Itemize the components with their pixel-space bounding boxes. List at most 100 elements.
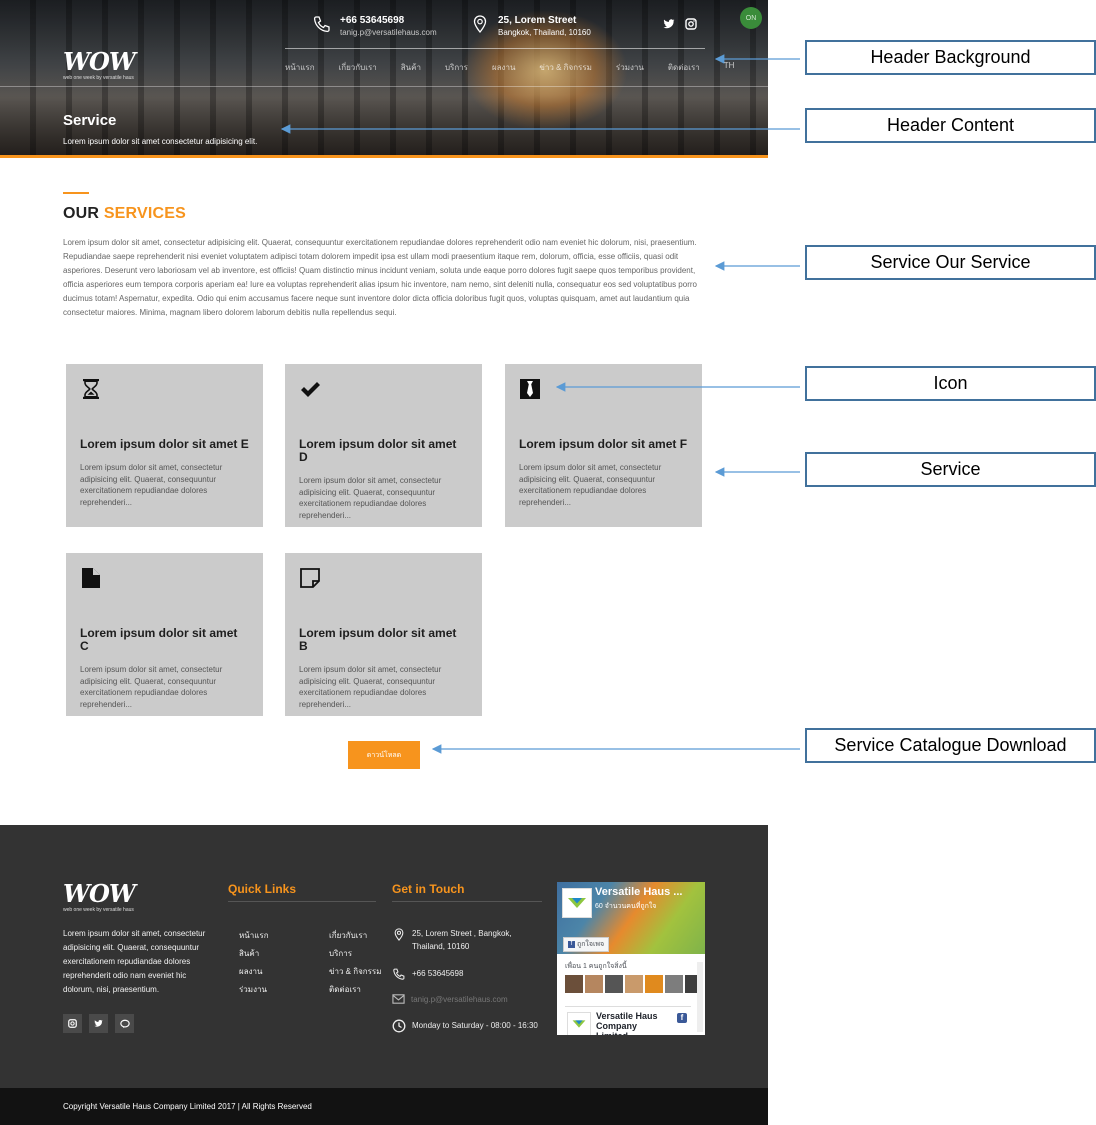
facebook-cover: Versatile Haus ... 60 จำนวนคนที่ถูกใจ f … bbox=[557, 882, 705, 954]
service-card[interactable]: Lorem ipsum dolor sit amet E Lorem ipsum… bbox=[66, 364, 263, 527]
service-description: Lorem ipsum dolor sit amet, consectetur … bbox=[299, 665, 442, 709]
checkmark-icon bbox=[299, 378, 321, 400]
logo-text: WOW bbox=[63, 47, 136, 76]
footer: WOW web one week by versatile haus Lorem… bbox=[0, 825, 768, 1088]
service-title: Lorem ipsum dolor sit amet C bbox=[80, 626, 238, 653]
avatar bbox=[645, 975, 663, 993]
facebook-post-preview: Versatile Haus Company Limited f bbox=[565, 1006, 691, 1035]
service-card[interactable]: Lorem ipsum dolor sit amet B Lorem ipsum… bbox=[285, 553, 482, 716]
tie-icon bbox=[519, 378, 541, 400]
service-card[interactable]: Lorem ipsum dolor sit amet D Lorem ipsum… bbox=[285, 364, 482, 527]
footer-link-careers[interactable]: ร่วมงาน bbox=[239, 981, 269, 999]
line-icon[interactable] bbox=[115, 1014, 134, 1033]
website-mockup: WOW web one week by versatile haus +66 5… bbox=[0, 0, 768, 1125]
facebook-widget-scrollbar[interactable] bbox=[697, 962, 703, 1032]
nav-item-news[interactable]: ข่าว & กิจกรรม bbox=[539, 61, 591, 74]
twitter-icon[interactable] bbox=[663, 17, 675, 35]
logo-tagline: web one week by versatile haus bbox=[63, 907, 134, 913]
service-card[interactable]: Lorem ipsum dolor sit amet F Lorem ipsum… bbox=[505, 364, 702, 527]
header-logo[interactable]: WOW web one week by versatile haus bbox=[63, 47, 136, 82]
nav-item-portfolio[interactable]: ผลงาน bbox=[492, 61, 515, 74]
phone-icon bbox=[392, 967, 406, 985]
header-email[interactable]: tanig.p@versatilehaus.com bbox=[340, 27, 437, 38]
nav-item-home[interactable]: หน้าแรก bbox=[285, 61, 315, 74]
footer-about: Lorem ipsum dolor sit amet, consectetur … bbox=[63, 929, 206, 994]
service-description: Lorem ipsum dolor sit amet, consectetur … bbox=[80, 463, 223, 507]
copyright-text: Copyright Versatile Haus Company Limited… bbox=[63, 1102, 312, 1111]
facebook-friend-avatars bbox=[557, 975, 705, 993]
service-title: Lorem ipsum dolor sit amet D bbox=[299, 437, 457, 464]
footer-link-portfolio[interactable]: ผลงาน bbox=[239, 963, 269, 981]
footer-address-row: 25, Lorem Street , Bangkok, Thailand, 10… bbox=[392, 927, 522, 953]
footer-link-services[interactable]: บริการ bbox=[329, 945, 381, 963]
footer-phone[interactable]: +66 53645698 bbox=[412, 967, 463, 985]
footer-link-contact[interactable]: ติดต่อเรา bbox=[329, 981, 381, 999]
annotation-service: Service bbox=[805, 452, 1096, 487]
footer-email-row: tanig.p@versatilehaus.com bbox=[392, 993, 508, 1009]
facebook-friends-text: เพื่อน 1 คนถูกใจสิ่งนี้ bbox=[565, 963, 627, 970]
language-badge[interactable]: ON bbox=[740, 7, 762, 29]
clock-icon bbox=[392, 1019, 406, 1037]
footer-email[interactable]: tanig.p@versatilehaus.com bbox=[411, 993, 508, 1009]
header-accent-bar bbox=[0, 155, 768, 158]
header-phone-contact: +66 53645698 tanig.p@versatilehaus.com bbox=[312, 14, 437, 38]
avatar bbox=[665, 975, 683, 993]
twitter-icon[interactable] bbox=[89, 1014, 108, 1033]
heading-highlight: SERVICES bbox=[103, 205, 187, 222]
footer-phone-row: +66 53645698 bbox=[392, 967, 463, 985]
document-icon bbox=[80, 567, 102, 589]
get-in-touch-title: Get in Touch bbox=[392, 882, 465, 896]
annotation-icon: Icon bbox=[805, 366, 1096, 401]
service-description: Lorem ipsum dolor sit amet, consectetur … bbox=[519, 463, 662, 507]
facebook-like-count: 60 จำนวนคนที่ถูกใจ bbox=[595, 903, 657, 910]
location-pin-icon bbox=[392, 927, 406, 953]
nav-item-contact[interactable]: ติดต่อเรา bbox=[668, 61, 700, 74]
nav-item-careers[interactable]: ร่วมงาน bbox=[616, 61, 644, 74]
phone-icon bbox=[312, 14, 332, 34]
facebook-icon: f bbox=[677, 1013, 687, 1023]
service-card[interactable]: Lorem ipsum dolor sit amet C Lorem ipsum… bbox=[66, 553, 263, 716]
header-address-line1: 25, Lorem Street bbox=[498, 15, 577, 26]
facebook-page-avatar bbox=[562, 888, 592, 918]
logo-tagline: web one week by versatile haus bbox=[63, 75, 134, 81]
service-title: Lorem ipsum dolor sit amet F bbox=[519, 437, 688, 451]
footer-logo[interactable]: WOW web one week by versatile haus bbox=[63, 879, 136, 914]
footer-link-news[interactable]: ข่าว & กิจกรรม bbox=[329, 963, 381, 981]
header-phone[interactable]: +66 53645698 bbox=[340, 14, 437, 27]
nav-item-products[interactable]: สินค้า bbox=[401, 61, 421, 74]
service-description: Lorem ipsum dolor sit amet, consectetur … bbox=[299, 476, 442, 520]
annotation-header-background: Header Background bbox=[805, 40, 1096, 75]
instagram-icon[interactable] bbox=[63, 1014, 82, 1033]
instagram-icon[interactable] bbox=[685, 17, 697, 35]
header-nav-divider bbox=[0, 86, 768, 87]
avatar bbox=[585, 975, 603, 993]
nav-item-services[interactable]: บริการ bbox=[445, 61, 468, 74]
service-description: Lorem ipsum dolor sit amet, consectetur … bbox=[80, 665, 223, 709]
our-services-heading: OUR SERVICES bbox=[63, 205, 186, 223]
footer-hours-row: Monday to Saturday - 08:00 - 16:30 bbox=[392, 1019, 538, 1037]
header-background: WOW web one week by versatile haus +66 5… bbox=[0, 0, 768, 158]
footer-address: 25, Lorem Street , Bangkok, Thailand, 10… bbox=[412, 929, 512, 951]
facebook-page-name[interactable]: Versatile Haus ... bbox=[595, 886, 682, 898]
nav-item-about[interactable]: เกี่ยวกับเรา bbox=[339, 61, 377, 74]
quick-links-column-2: เกี่ยวกับเรา บริการ ข่าว & กิจกรรม ติดต่… bbox=[329, 927, 381, 999]
facebook-post-name[interactable]: Versatile Haus Company Limited bbox=[596, 1011, 666, 1035]
nav-item-language[interactable]: TH bbox=[724, 61, 735, 74]
quick-links-title: Quick Links bbox=[228, 882, 297, 896]
page-subtitle: Lorem ipsum dolor sit amet consectetur a… bbox=[63, 137, 258, 146]
facebook-post-avatar bbox=[567, 1012, 591, 1035]
location-pin-icon bbox=[470, 14, 490, 34]
facebook-like-label: ถูกใจเพจ bbox=[576, 941, 605, 948]
header-address-line2: Bangkok, Thailand, 10160 bbox=[498, 28, 591, 37]
logo-text: WOW bbox=[63, 879, 136, 908]
footer-link-home[interactable]: หน้าแรก bbox=[239, 927, 269, 945]
catalogue-download-button[interactable]: ดาวน์โหลด bbox=[348, 741, 420, 769]
facebook-page-widget[interactable]: Versatile Haus ... 60 จำนวนคนที่ถูกใจ f … bbox=[557, 882, 705, 1035]
copyright-bar: Copyright Versatile Haus Company Limited… bbox=[0, 1088, 768, 1125]
main-navigation: หน้าแรก เกี่ยวกับเรา สินค้า บริการ ผลงาน… bbox=[285, 61, 758, 74]
footer-link-products[interactable]: สินค้า bbox=[239, 945, 269, 963]
footer-link-about[interactable]: เกี่ยวกับเรา bbox=[329, 927, 381, 945]
facebook-like-button[interactable]: f ถูกใจเพจ bbox=[563, 937, 610, 952]
avatar bbox=[605, 975, 623, 993]
annotation-header-content: Header Content bbox=[805, 108, 1096, 143]
